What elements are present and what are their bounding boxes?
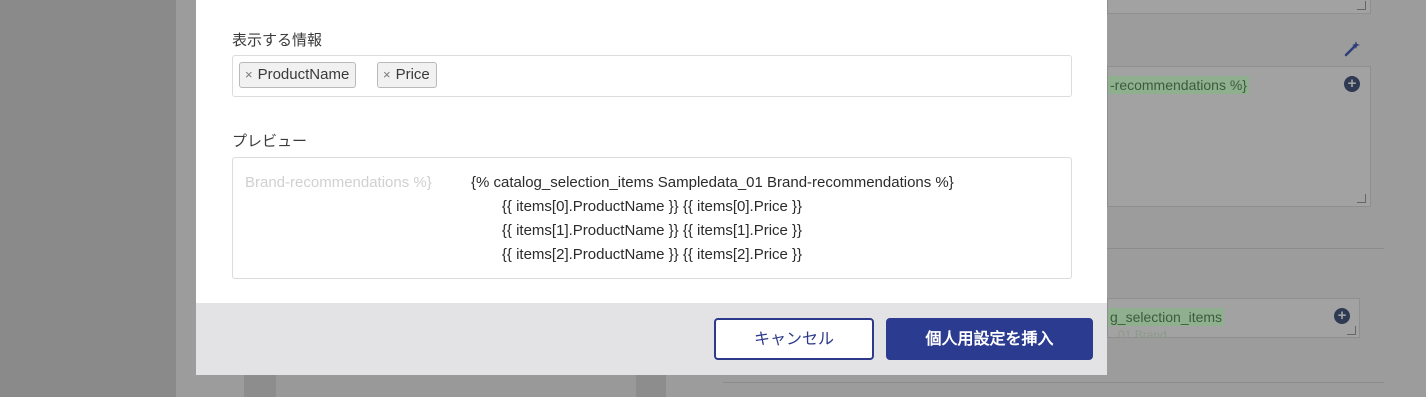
background-faded-text: _ 01 Brand	[1108, 328, 1167, 338]
background-divider	[1107, 248, 1384, 249]
modal-footer: キャンセル 個人用設定を挿入	[196, 303, 1107, 375]
preview-line: {% catalog_selection_items Sampledata_01…	[471, 174, 954, 191]
display-info-label: 表示する情報	[232, 32, 323, 49]
preview-label: プレビュー	[232, 133, 308, 150]
tag-label: ProductName	[257, 66, 350, 83]
modal-body: 表示する情報 × ProductName × Price プレビュー Brand-r…	[196, 0, 1107, 303]
display-info-tag-input[interactable]: × ProductName × Price	[232, 55, 1072, 97]
background-liquid-highlight: g_selection_items	[1108, 308, 1225, 326]
resize-handle[interactable]	[1347, 326, 1356, 335]
preview-box: Brand-recommendations %} {% catalog_sele…	[232, 157, 1072, 279]
preview-line: {{ items[1].ProductName }} {{ items[1].P…	[501, 222, 803, 239]
plus-circle-icon[interactable]: +	[1344, 76, 1360, 92]
magic-wand-icon[interactable]	[1343, 40, 1361, 62]
background-divider	[723, 382, 1384, 383]
personalization-modal: 表示する情報 × ProductName × Price プレビュー Brand-r…	[196, 0, 1107, 375]
resize-handle[interactable]	[1357, 194, 1366, 203]
resize-handle[interactable]	[1357, 1, 1366, 10]
preview-line: {{ items[2].ProductName }} {{ items[2].P…	[501, 246, 803, 263]
background-liquid-highlight: -recommendations %}	[1108, 76, 1249, 94]
plus-circle-icon[interactable]: +	[1334, 308, 1350, 324]
preview-line: {{ items[0].ProductName }} {{ items[0].P…	[501, 198, 803, 215]
cancel-button[interactable]: キャンセル	[714, 318, 874, 360]
close-icon[interactable]: ×	[245, 67, 253, 82]
tag-price: × Price	[377, 62, 437, 88]
tag-label: Price	[395, 66, 430, 83]
insert-personalization-button[interactable]: 個人用設定を挿入	[886, 318, 1093, 360]
background-textarea-top	[1107, 0, 1371, 14]
preview-ghost-text: Brand-recommendations %}	[245, 174, 432, 191]
tag-productname: × ProductName	[239, 62, 357, 88]
close-icon[interactable]: ×	[383, 67, 391, 82]
